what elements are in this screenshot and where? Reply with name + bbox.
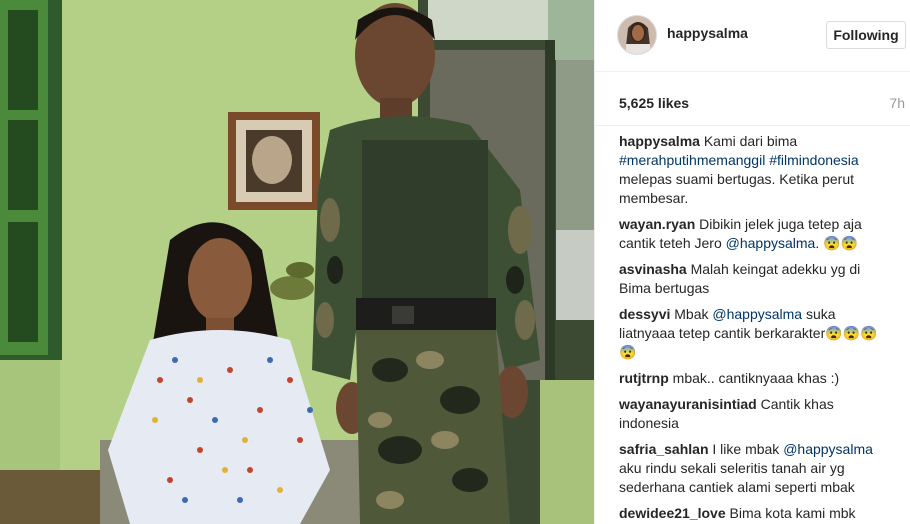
comments-list: happysalma Kami dari bima #merahputihmem… — [619, 132, 893, 524]
hashtag-link[interactable]: #merahputihmemanggil — [619, 152, 765, 168]
comment-text: aku rindu sekali seleritis tanah air yg … — [619, 460, 855, 495]
comment-text: mbak.. cantiknyaaa khas :) — [672, 370, 840, 386]
post-header: happysalma Following — [595, 0, 910, 72]
comment-text: . 😨😨 — [815, 235, 858, 251]
comment-item: happysalma Kami dari bima #merahputihmem… — [619, 132, 893, 208]
mention-link[interactable]: @happysalma — [726, 235, 816, 251]
comment-text: Kami dari bima — [703, 133, 798, 149]
comment-author[interactable]: asvinasha — [619, 261, 687, 277]
mention-link[interactable]: @happysalma — [783, 441, 873, 457]
comment-text: melepas suami bertugas. Ketika perut mem… — [619, 171, 855, 206]
avatar-image — [618, 16, 656, 54]
comment-author[interactable]: wayanayuranisintiad — [619, 396, 757, 412]
comment-item: rutjtrnp mbak.. cantiknyaaa khas :) — [619, 369, 893, 388]
mention-link[interactable]: @happysalma — [712, 306, 802, 322]
post-username[interactable]: happysalma — [667, 25, 748, 41]
comment-item: safria_sahlan I like mbak @happysalma ak… — [619, 440, 893, 497]
post-timestamp[interactable]: 7h — [889, 95, 905, 111]
comment-author[interactable]: rutjtrnp — [619, 370, 669, 386]
likes-count[interactable]: 5,625 likes — [619, 95, 689, 111]
comment-item: dessyvi Mbak @happysalma suka liatnyaaa … — [619, 305, 893, 362]
comment-item: dewidee21_love Bima kota kami mbk @happy… — [619, 504, 893, 524]
avatar[interactable] — [617, 15, 657, 55]
comment-item: wayan.ryan Dibikin jelek juga tetep aja … — [619, 215, 893, 253]
likes-row: 5,625 likes 7h — [595, 72, 910, 126]
post-photo[interactable] — [0, 0, 594, 524]
comment-text: Mbak — [674, 306, 713, 322]
comment-item: wayanayuranisintiad Cantik khas indonesi… — [619, 395, 893, 433]
comment-author[interactable]: happysalma — [619, 133, 700, 149]
comments-scrollbar[interactable] — [905, 130, 908, 520]
post-image — [0, 0, 594, 524]
comment-item: asvinasha Malah keingat adekku yg di Bim… — [619, 260, 893, 298]
comment-author[interactable]: dessyvi — [619, 306, 670, 322]
following-button[interactable]: Following — [826, 21, 906, 49]
hashtag-link[interactable]: #filmindonesia — [769, 152, 859, 168]
comment-text: Bima kota kami mbk — [729, 505, 856, 521]
comment-author[interactable]: wayan.ryan — [619, 216, 695, 232]
comment-text: I like mbak — [712, 441, 784, 457]
comment-author[interactable]: dewidee21_love — [619, 505, 726, 521]
post-sidebar: happysalma Following 5,625 likes 7h happ… — [594, 0, 910, 524]
comment-author[interactable]: safria_sahlan — [619, 441, 709, 457]
